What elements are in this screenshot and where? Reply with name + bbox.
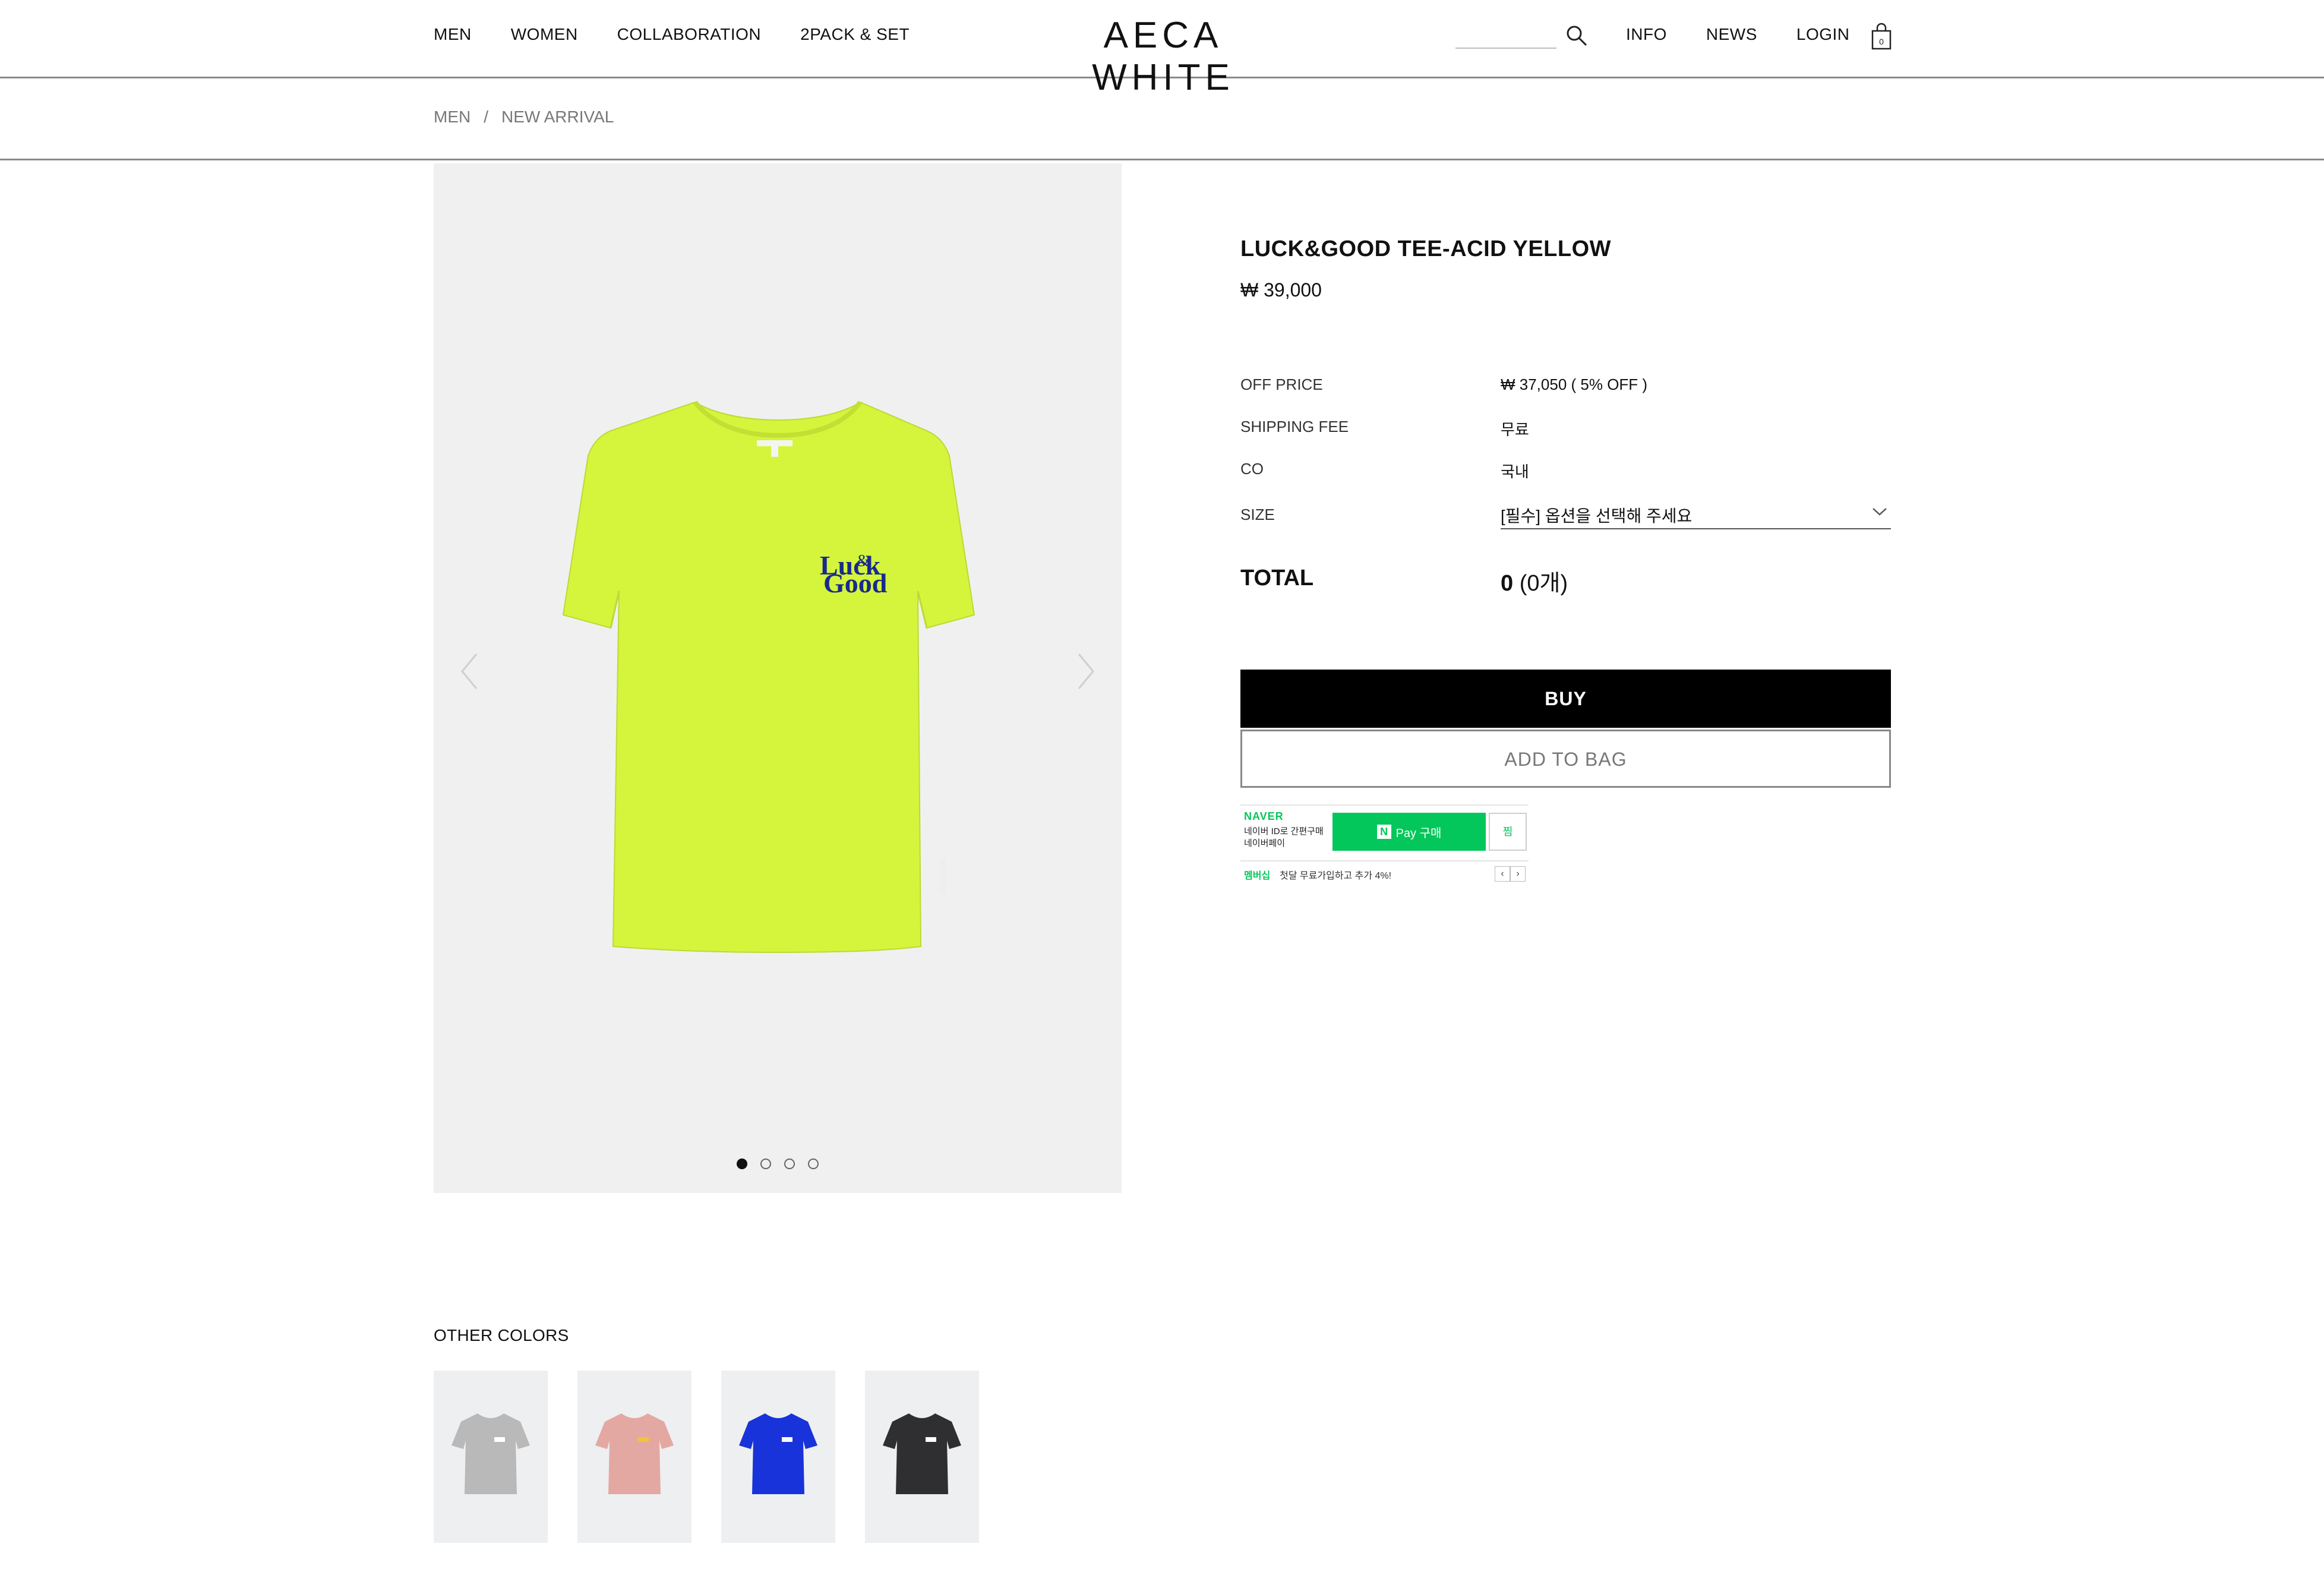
nav-men[interactable]: MEN	[434, 25, 472, 44]
total-label: TOTAL	[1240, 566, 1314, 591]
size-select-placeholder: [필수] 옵션을 선택해 주세요	[1501, 507, 1693, 525]
breadcrumb-separator: /	[484, 108, 489, 126]
search-input[interactable]	[1455, 23, 1556, 49]
chevron-down-icon	[1873, 508, 1887, 516]
naver-n-icon: N	[1376, 825, 1391, 839]
naver-sub1: 네이버 ID로 간편구매	[1244, 826, 1324, 836]
tshirt-thumb-icon	[451, 1413, 530, 1494]
nav-news[interactable]: NEWS	[1706, 25, 1757, 44]
utility-nav: INFO NEWS LOGIN	[1626, 25, 1850, 44]
shipping-fee-label: SHIPPING FEE	[1240, 418, 1349, 435]
bag-count: 0	[1879, 37, 1884, 46]
search-bar	[1455, 23, 1589, 49]
nav-women[interactable]: WOMEN	[511, 25, 578, 44]
naver-membership-text: 첫달 무료가입하고 추가 4%!	[1280, 871, 1392, 881]
tshirt-thumb-icon	[595, 1413, 674, 1494]
naver-pager: ‹ ›	[1495, 866, 1526, 882]
nav-2pack-set[interactable]: 2PACK & SET	[800, 25, 910, 44]
product-title: LUCK&GOOD TEE-ACID YELLOW	[1240, 236, 1612, 261]
tshirt-body	[562, 401, 975, 954]
total-value: 0 (0개)	[1501, 564, 1568, 597]
country-label: CO	[1240, 460, 1264, 478]
tshirt-thumb-icon	[739, 1413, 817, 1494]
size-select[interactable]: [필수] 옵션을 선택해 주세요	[1501, 501, 1891, 529]
naver-brand: NAVER	[1244, 810, 1284, 822]
nav-collaboration[interactable]: COLLABORATION	[617, 25, 761, 44]
naver-next-button[interactable]: ›	[1510, 866, 1526, 882]
product-price: ₩ 39,000	[1240, 279, 1322, 301]
naver-membership-label: 멤버십	[1244, 871, 1271, 881]
gallery-dot[interactable]	[737, 1159, 747, 1169]
nav-info[interactable]: INFO	[1626, 25, 1667, 44]
breadcrumb: MEN / NEW ARRIVAL	[434, 108, 614, 127]
naver-wishlist-button[interactable]: 찜	[1489, 813, 1527, 851]
gallery-pagination	[434, 1159, 1122, 1169]
color-swatch-grey[interactable]	[434, 1371, 548, 1543]
gallery-next-arrow[interactable]	[1074, 651, 1098, 692]
main-nav: MEN WOMEN COLLABORATION 2PACK & SET	[434, 25, 910, 44]
total-count: (0개)	[1519, 571, 1568, 596]
naver-divider	[1240, 860, 1529, 861]
add-to-bag-button[interactable]: ADD TO BAG	[1240, 730, 1891, 788]
naver-pay-widget: NAVER 네이버 ID로 간편구매 네이버페이 N Pay 구매 찜 멤버십 …	[1240, 800, 1529, 889]
shopping-bag-icon[interactable]: 0	[1871, 23, 1892, 51]
color-swatch-black[interactable]	[865, 1371, 979, 1543]
off-price-label: OFF PRICE	[1240, 375, 1323, 393]
product-gallery: Luck & Good	[434, 163, 1122, 1193]
color-swatch-blue[interactable]	[721, 1371, 835, 1543]
site-header: MEN WOMEN COLLABORATION 2PACK & SET AECA…	[0, 0, 2324, 98]
off-price-value: ₩ 37,050 ( 5% OFF )	[1501, 375, 1648, 393]
breadcrumb-men[interactable]: MEN	[434, 108, 471, 127]
naver-divider-top	[1240, 804, 1529, 806]
product-image: Luck & Good	[562, 400, 975, 954]
buy-button[interactable]: BUY	[1240, 670, 1891, 728]
gallery-prev-arrow[interactable]	[457, 651, 481, 692]
naver-prev-button[interactable]: ‹	[1495, 866, 1510, 882]
search-icon[interactable]	[1565, 24, 1589, 48]
shipping-fee-value: 무료	[1501, 421, 1529, 438]
naver-pay-label: Pay 구매	[1395, 826, 1442, 840]
gallery-dot[interactable]	[760, 1159, 771, 1169]
tshirt-thumb-icon	[883, 1413, 961, 1494]
gallery-dot[interactable]	[784, 1159, 795, 1169]
print-good: Good	[823, 568, 888, 598]
total-amount: 0	[1501, 571, 1514, 596]
breadcrumb-bar: MEN / NEW ARRIVAL	[0, 80, 2324, 160]
naver-sub2: 네이버페이	[1244, 838, 1286, 848]
other-colors-title: OTHER COLORS	[434, 1326, 569, 1344]
naver-pay-button[interactable]: N Pay 구매	[1332, 813, 1486, 851]
breadcrumb-new-arrival[interactable]: NEW ARRIVAL	[501, 108, 614, 127]
gallery-dot[interactable]	[808, 1159, 819, 1169]
nav-login[interactable]: LOGIN	[1796, 25, 1850, 44]
size-label: SIZE	[1240, 506, 1275, 523]
color-swatch-pink[interactable]	[577, 1371, 691, 1543]
country-value: 국내	[1501, 463, 1529, 481]
